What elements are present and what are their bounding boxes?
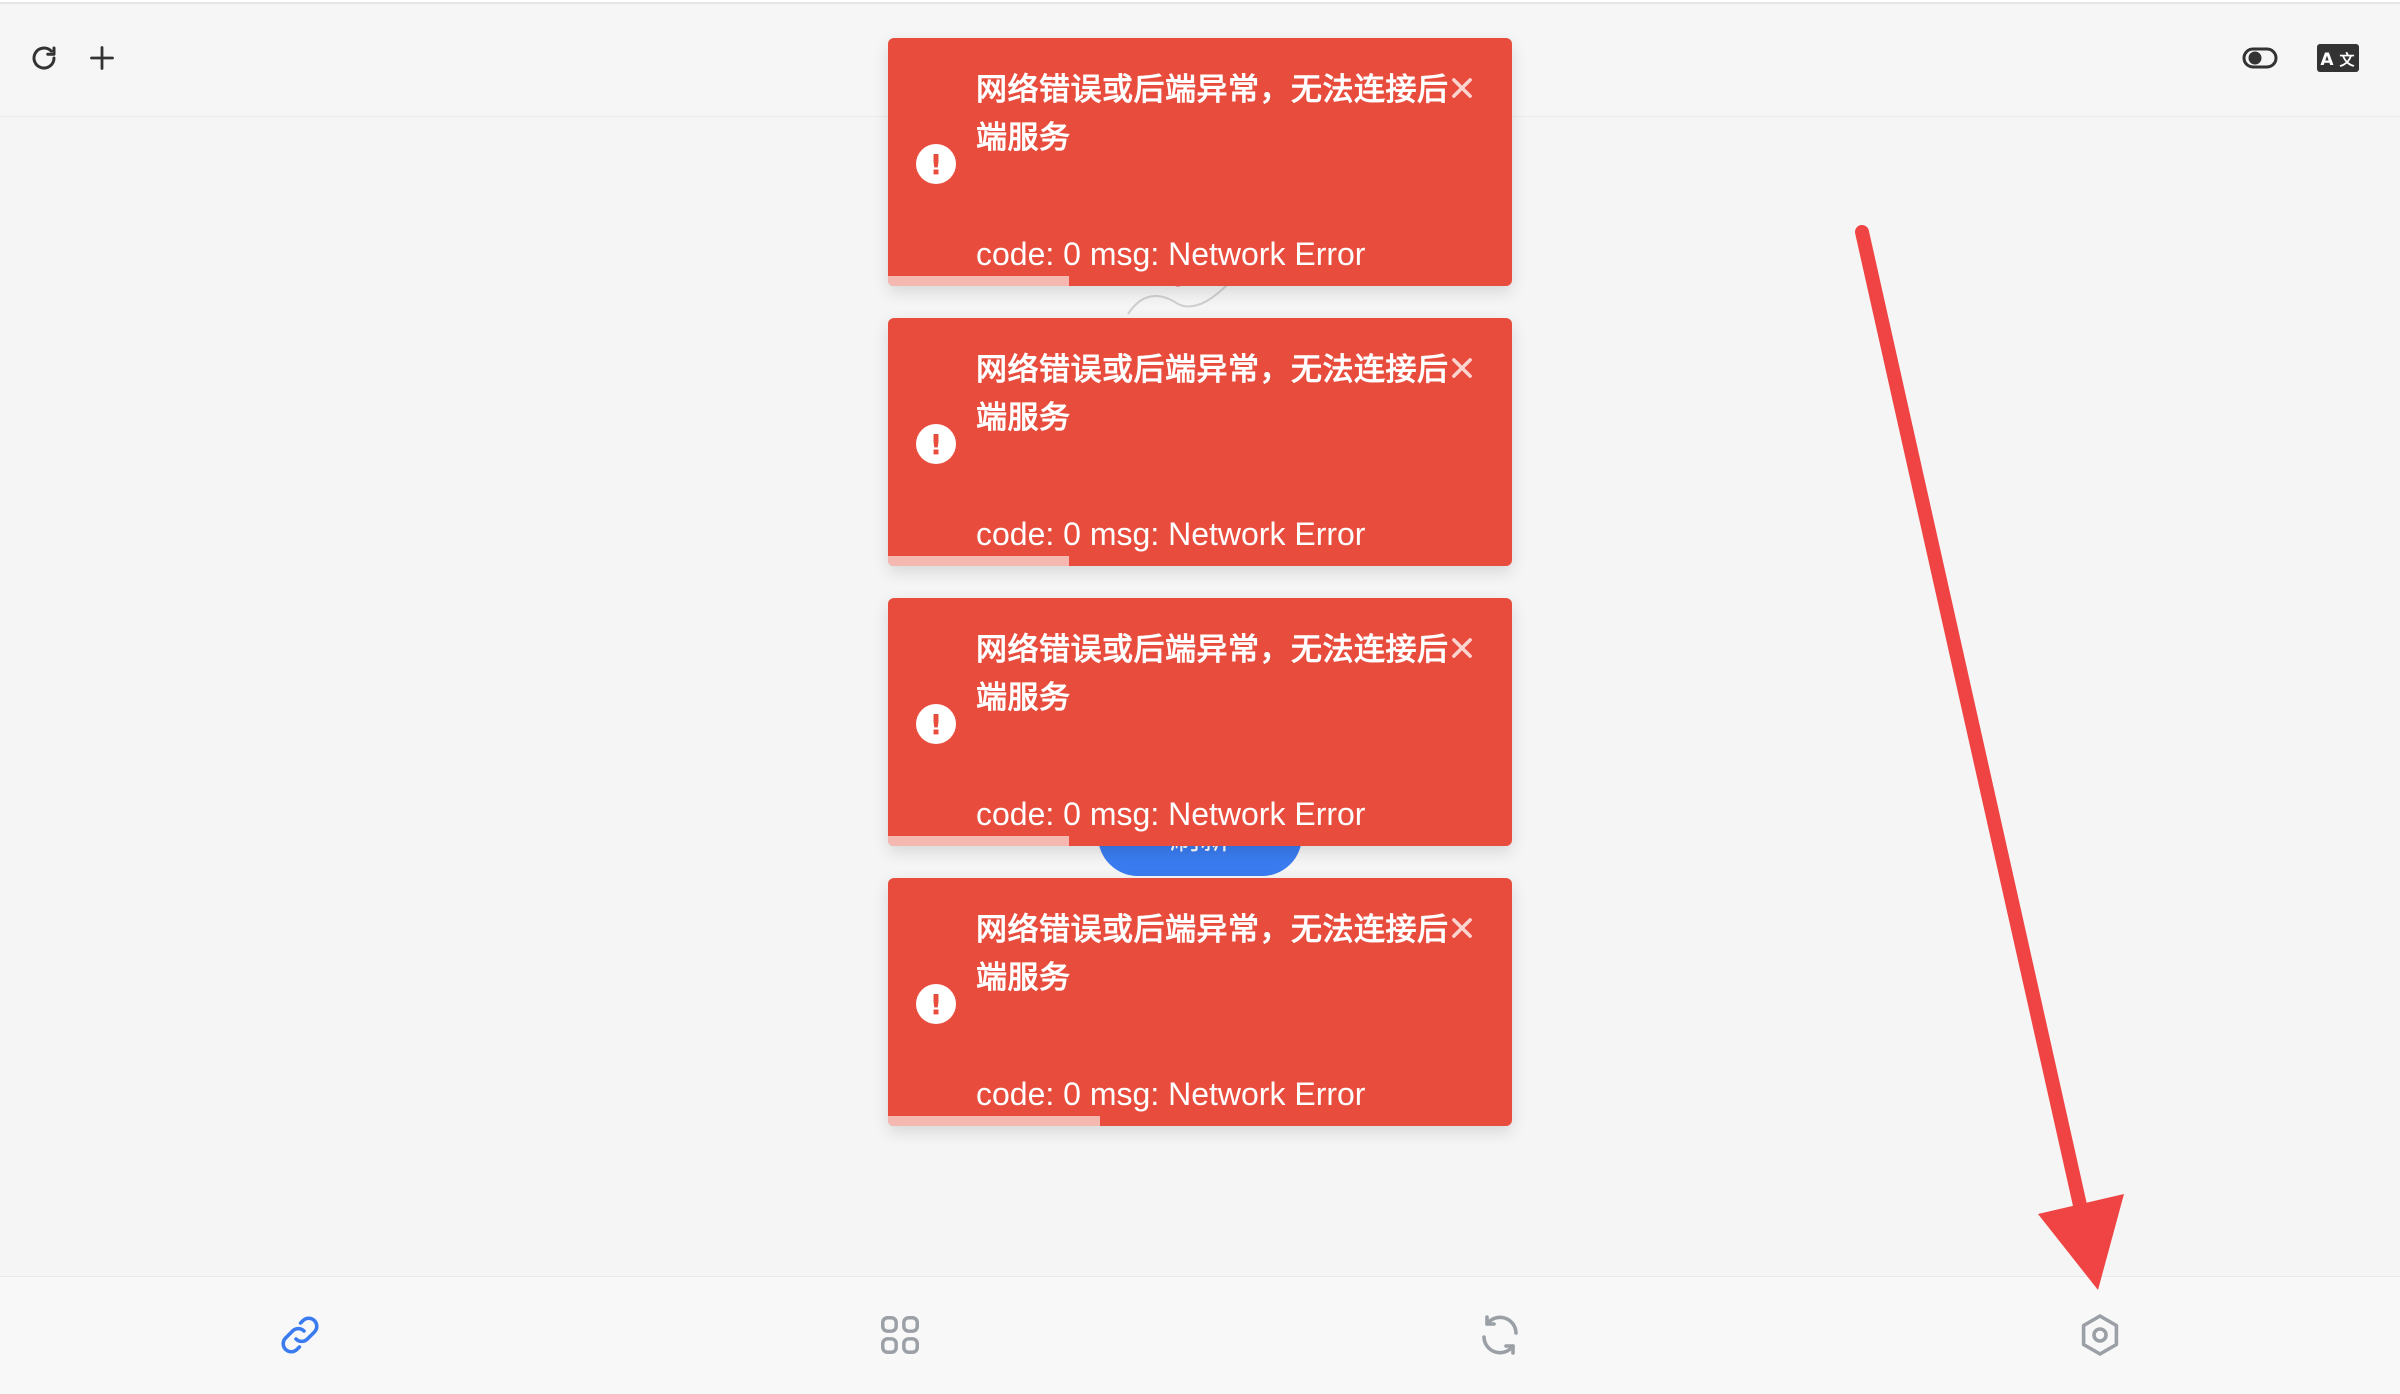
error-toast: ! 网络错误或后端异常，无法连接后端服务 code: 0 msg: Network … — [888, 38, 1512, 286]
error-icon: ! — [916, 704, 956, 744]
toast-progress-bar — [888, 276, 1069, 286]
plus-icon[interactable] — [82, 38, 122, 78]
toast-title: 网络错误或后端异常，无法连接后端服务 — [976, 72, 1449, 156]
refresh-icon[interactable] — [24, 38, 64, 78]
toggle-icon[interactable] — [2236, 38, 2284, 78]
translate-icon[interactable]: A 文 — [2314, 38, 2362, 78]
nav-settings-hexagon-icon[interactable] — [2070, 1305, 2130, 1365]
error-icon: ! — [916, 424, 956, 464]
nav-link-icon[interactable] — [270, 1305, 330, 1365]
toast-progress-bar — [888, 836, 1069, 846]
toast-message: code: 0 msg: Network Error — [976, 516, 1366, 552]
error-icon: ! — [916, 144, 956, 184]
close-icon[interactable] — [1448, 354, 1476, 382]
nav-sync-icon[interactable] — [1470, 1305, 1530, 1365]
close-icon[interactable] — [1448, 914, 1476, 942]
svg-text:A: A — [2320, 50, 2334, 70]
close-icon[interactable] — [1448, 74, 1476, 102]
app-window: A 文 刷新 !网络错误或后端异常，无法连接后端服务code: 0 msg: N… — [0, 2, 2400, 1394]
toast-progress-bar — [888, 1116, 1101, 1126]
toast-message: code: 0 msg: Network Error — [976, 796, 1366, 832]
toast-title: 网络错误或后端异常，无法连接后端服务 — [976, 632, 1449, 716]
toast-progress-bar — [888, 556, 1069, 566]
error-toast: ! 网络错误或后端异常，无法连接后端服务 code: 0 msg: Network … — [888, 878, 1512, 1126]
toast-message: code: 0 msg: Network Error — [976, 1076, 1366, 1112]
toast-message: code: 0 msg: Network Error — [976, 236, 1366, 272]
toast-title: 网络错误或后端异常，无法连接后端服务 — [976, 352, 1449, 436]
svg-text:文: 文 — [2339, 51, 2355, 69]
nav-grid-icon[interactable] — [870, 1305, 930, 1365]
bottom-navigation — [0, 1276, 2400, 1394]
close-icon[interactable] — [1448, 634, 1476, 662]
error-icon: ! — [916, 984, 956, 1024]
error-toast: ! 网络错误或后端异常，无法连接后端服务 code: 0 msg: Network … — [888, 318, 1512, 566]
error-toast: ! 网络错误或后端异常，无法连接后端服务 code: 0 msg: Network … — [888, 598, 1512, 846]
toast-title: 网络错误或后端异常，无法连接后端服务 — [976, 912, 1449, 996]
